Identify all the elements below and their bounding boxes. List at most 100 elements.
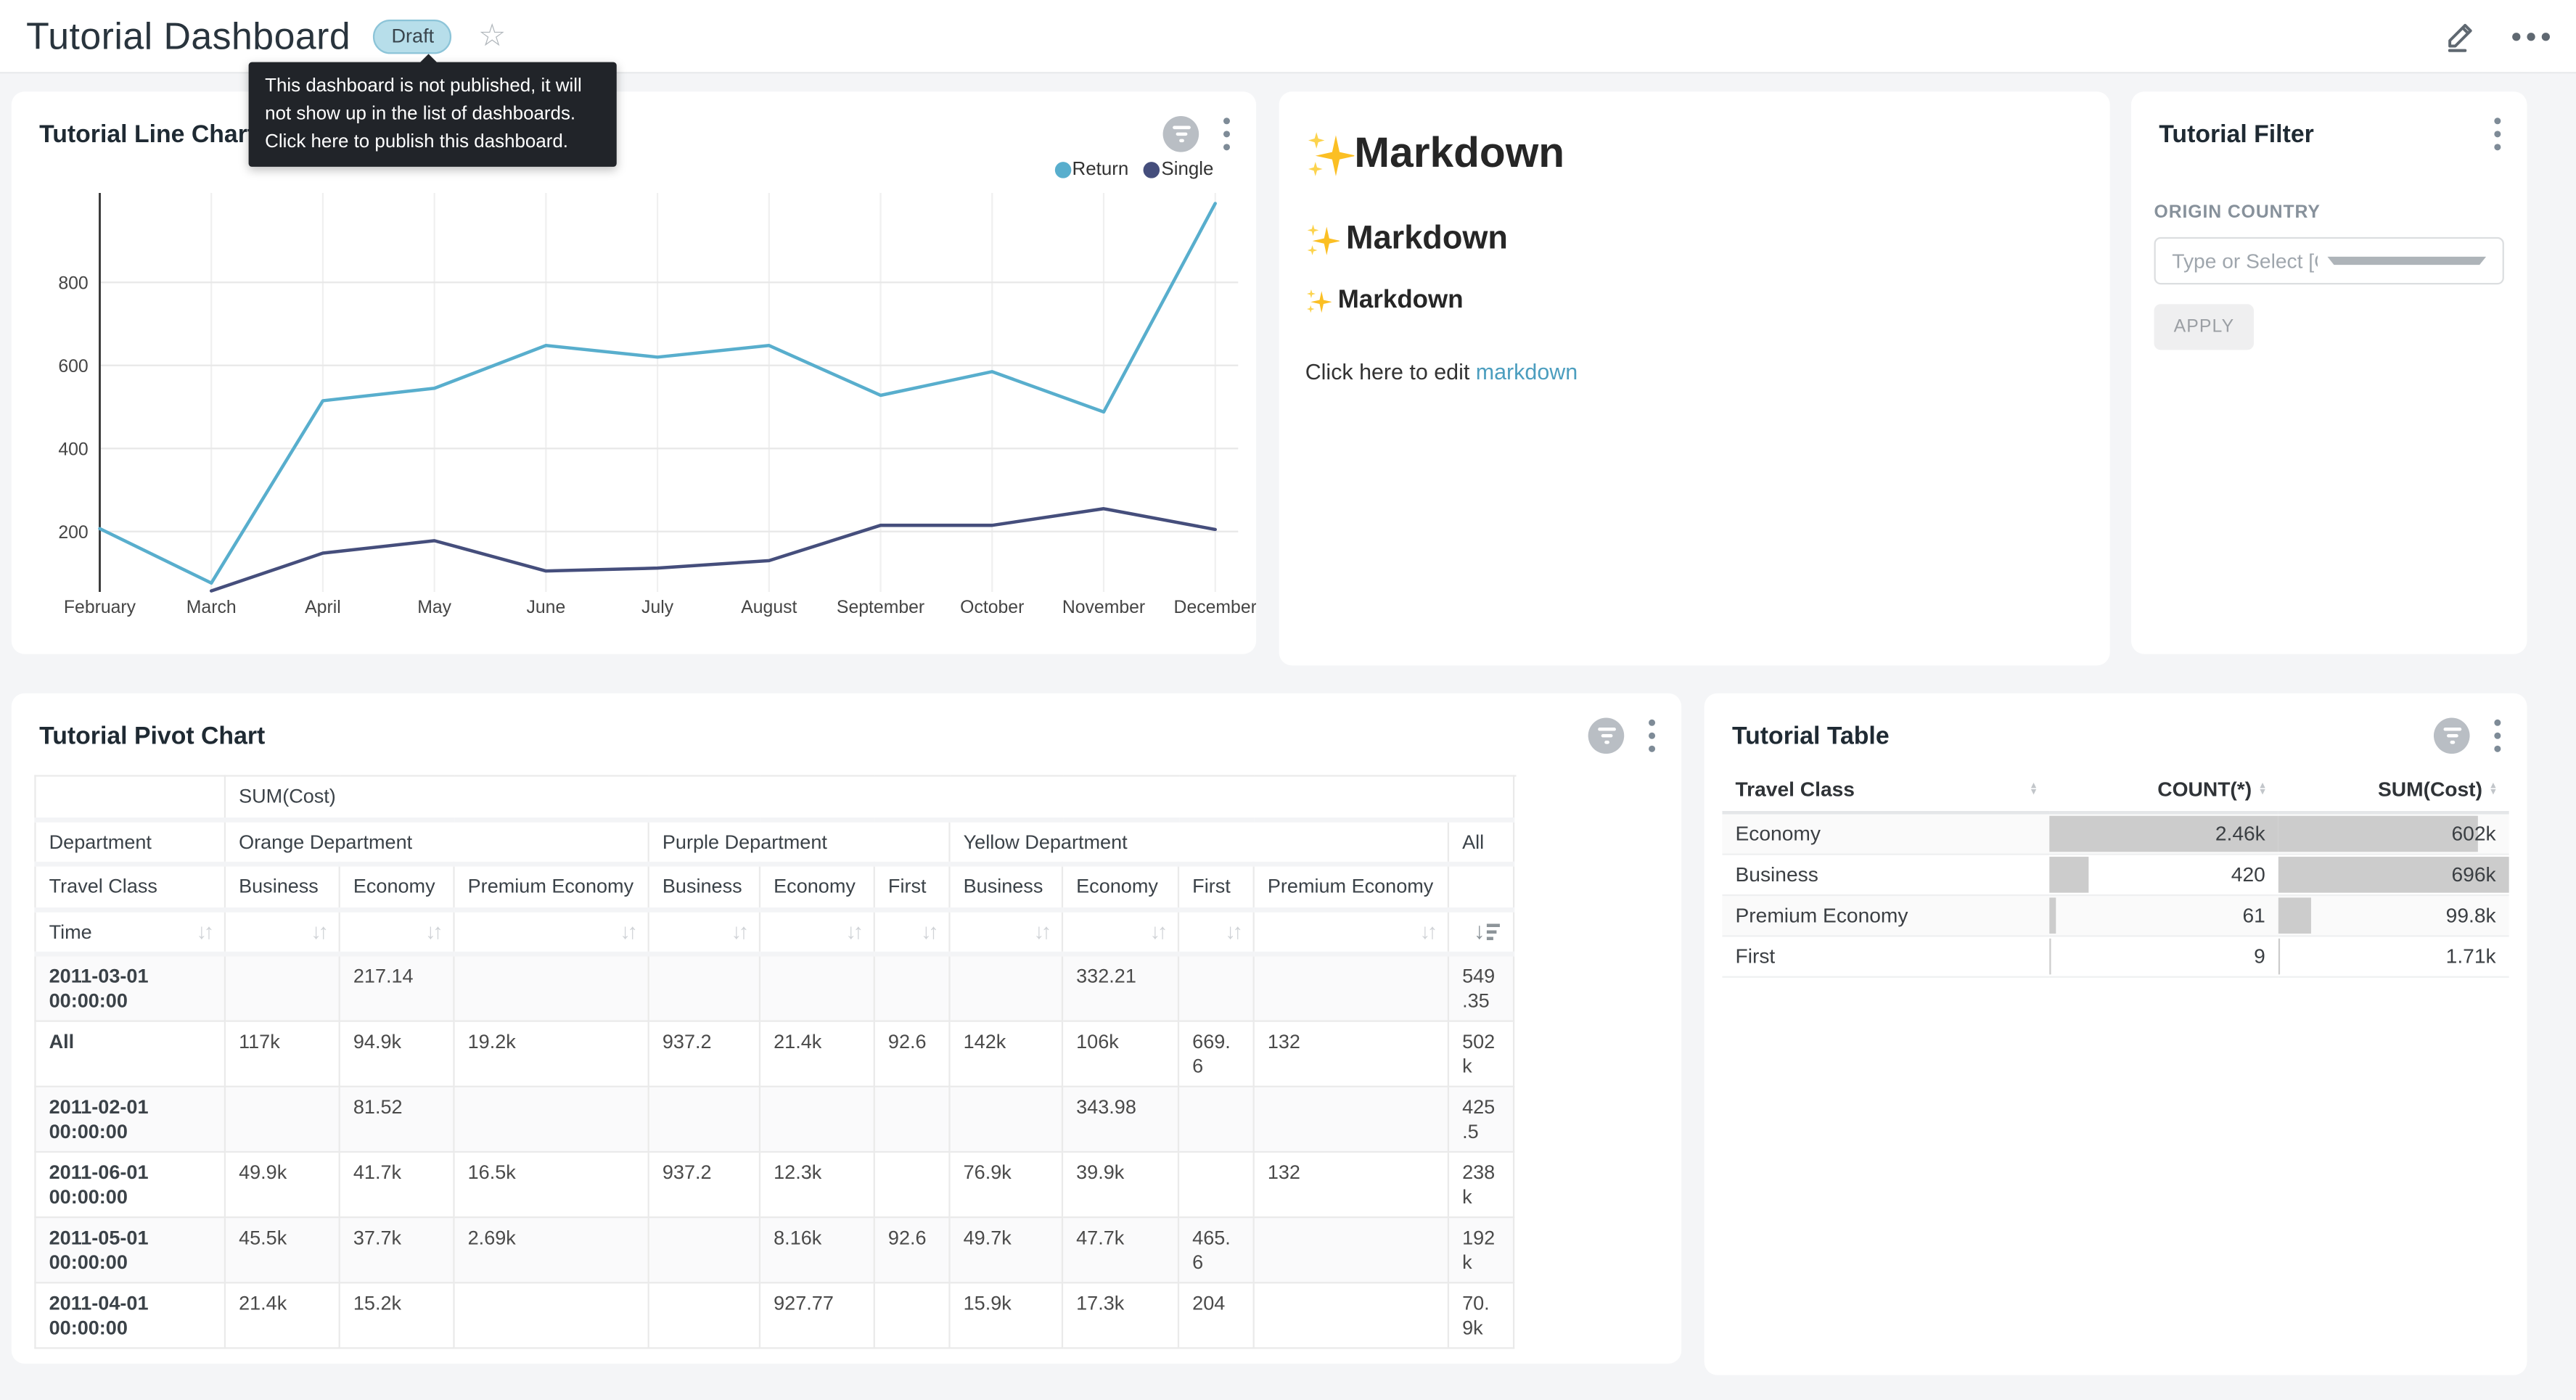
pivot-sort-cell: ↓↑ (949, 909, 1062, 954)
pivot-row: 2011-03-01 00:00:00217.14332.21549.35 (35, 954, 1514, 1021)
markdown-h2: Markdown (1305, 221, 2084, 258)
pivot-chart-panel: Tutorial Pivot Chart SUM(Cost)Department… (12, 693, 1681, 1364)
cell-bar (2049, 897, 2055, 934)
edit-dashboard-button[interactable] (2443, 20, 2476, 52)
table-header-sum-cost-[interactable]: SUM(Cost)▴▾ (2278, 768, 2509, 812)
pivot-cell (649, 1217, 760, 1282)
pivot-row: 2011-02-01 00:00:0081.52343.98425.5 (35, 1087, 1514, 1152)
pivot-cell: 217.14 (340, 954, 454, 1021)
x-axis-tick: April (305, 598, 341, 617)
pivot-group-header: All (1448, 819, 1514, 864)
sort-icon[interactable]: ↓↑ (196, 920, 210, 944)
pivot-cell (225, 954, 340, 1021)
table-cell: 1.71k (2278, 936, 2509, 976)
x-axis-tick: August (741, 598, 797, 617)
sort-icon[interactable]: ↓↑ (845, 920, 860, 944)
x-axis-tick: March (186, 598, 237, 617)
sort-icon[interactable]: ↓↑ (1150, 920, 1165, 944)
pivot-cell: 17.3k (1062, 1282, 1178, 1348)
table-panel-menu-icon[interactable] (2491, 716, 2504, 755)
sort-icon[interactable]: ↓↑ (731, 920, 746, 944)
pivot-cell: 502k (1448, 1021, 1514, 1087)
pivot-cell: 16.5k (454, 1152, 648, 1217)
table-cell: 420 (2049, 855, 2278, 895)
sort-icon[interactable]: ↓↑ (1225, 920, 1239, 944)
sort-icon[interactable]: ↓↑ (311, 920, 325, 944)
pivot-cell: 70.9k (1448, 1282, 1514, 1348)
origin-country-select[interactable]: Type or Select [Origin Country] (2154, 237, 2504, 284)
pivot-class-header: Business (649, 864, 760, 909)
sort-desc-icon[interactable]: ↓ (1474, 920, 1500, 941)
favorite-star-icon[interactable]: ☆ (478, 20, 506, 52)
pivot-cell: 21.4k (760, 1021, 874, 1087)
pivot-cell: 204 (1178, 1282, 1254, 1348)
x-axis-tick: November (1062, 598, 1145, 617)
pivot-cell: 94.9k (340, 1021, 454, 1087)
publish-tooltip-text: This dashboard is not published, it will… (265, 77, 582, 152)
table-cell: 696k (2278, 855, 2509, 895)
sort-icon[interactable]: ↓↑ (620, 920, 634, 944)
pivot-class-header: Business (949, 864, 1062, 909)
table-cell: Business (1722, 855, 2049, 895)
pivot-chart-menu-icon[interactable] (1646, 716, 1659, 755)
pivot-cell: 15.2k (340, 1282, 454, 1348)
sort-icon[interactable]: ↓↑ (425, 920, 440, 944)
pivot-cell (454, 954, 648, 1021)
pivot-cell (874, 1152, 950, 1217)
markdown-edit-link[interactable]: markdown (1476, 360, 1578, 384)
pivot-cell: 332.21 (1062, 954, 1178, 1021)
table-row[interactable]: First91.71k (1722, 936, 2509, 976)
pivot-sort-cell: ↓↑ (1254, 909, 1448, 954)
sort-icon[interactable]: ▴▾ (2031, 783, 2036, 797)
pivot-cell: 238k (1448, 1152, 1514, 1217)
table-header-count-[interactable]: COUNT(*)▴▾ (2049, 768, 2278, 812)
sort-icon[interactable]: ↓↑ (1034, 920, 1049, 944)
filter-panel-menu-icon[interactable] (2491, 115, 2504, 154)
pivot-group-header: Purple Department (649, 819, 950, 864)
apply-button[interactable]: APPLY (2154, 304, 2255, 350)
pivot-class-header: First (874, 864, 950, 909)
pivot-cell (874, 954, 950, 1021)
sort-icon[interactable]: ▴▾ (2260, 783, 2265, 797)
pivot-table-container: SUM(Cost)DepartmentOrange DepartmentPurp… (12, 755, 1681, 1348)
pivot-sort-cell: ↓↑ (760, 909, 874, 954)
cross-filter-icon[interactable] (1588, 718, 1625, 754)
x-axis-tick: September (837, 598, 924, 617)
pivot-cell (1178, 954, 1254, 1021)
sort-icon[interactable]: ↓↑ (1419, 920, 1434, 944)
origin-country-label: ORIGIN COUNTRY (2154, 202, 2504, 222)
pivot-sort-cell: ↓↑ (340, 909, 454, 954)
pivot-dim-department: Department (35, 819, 224, 864)
table-row[interactable]: Economy2.46k602k (1722, 812, 2509, 854)
pivot-cell (1178, 1087, 1254, 1152)
pivot-cell: 132 (1254, 1152, 1448, 1217)
pivot-cell (1254, 1087, 1448, 1152)
pivot-cell: 49.9k (225, 1152, 340, 1217)
cell-bar (2049, 857, 2088, 893)
draft-badge[interactable]: Draft (374, 19, 452, 53)
y-axis-tick: 200 (58, 523, 88, 543)
pivot-cell: 132 (1254, 1021, 1448, 1087)
pivot-cell: 343.98 (1062, 1087, 1178, 1152)
pivot-cell (454, 1087, 648, 1152)
pivot-row-label: 2011-05-01 00:00:00 (35, 1217, 224, 1282)
cross-filter-icon[interactable] (2434, 718, 2470, 754)
pivot-row-label: 2011-02-01 00:00:00 (35, 1087, 224, 1152)
page-title: Tutorial Dashboard (26, 14, 350, 58)
pivot-cell: 45.5k (225, 1217, 340, 1282)
pivot-sort-cell: ↓↑ (874, 909, 950, 954)
origin-country-placeholder: Type or Select [Origin Country] (2172, 250, 2318, 273)
table-panel: Tutorial Table Travel Class▴▾COUNT(*)▴▾S… (1705, 693, 2527, 1375)
sort-icon[interactable]: ▴▾ (2490, 783, 2495, 797)
y-axis-tick: 400 (58, 440, 88, 459)
table-row[interactable]: Premium Economy6199.8k (1722, 895, 2509, 936)
pivot-cell (874, 1087, 950, 1152)
pivot-time-header: Time↓↑ (35, 909, 224, 954)
dashboard-root: Tutorial Dashboard Draft ☆ This dashboar… (0, 0, 2576, 1399)
table-header-travel-class[interactable]: Travel Class▴▾ (1722, 768, 2049, 812)
pivot-cell: 937.2 (649, 1152, 760, 1217)
more-actions-button[interactable] (2512, 32, 2550, 40)
sort-icon[interactable]: ↓↑ (921, 920, 935, 944)
table-row[interactable]: Business420696k (1722, 855, 2509, 895)
pivot-class-header: Premium Economy (1254, 864, 1448, 909)
